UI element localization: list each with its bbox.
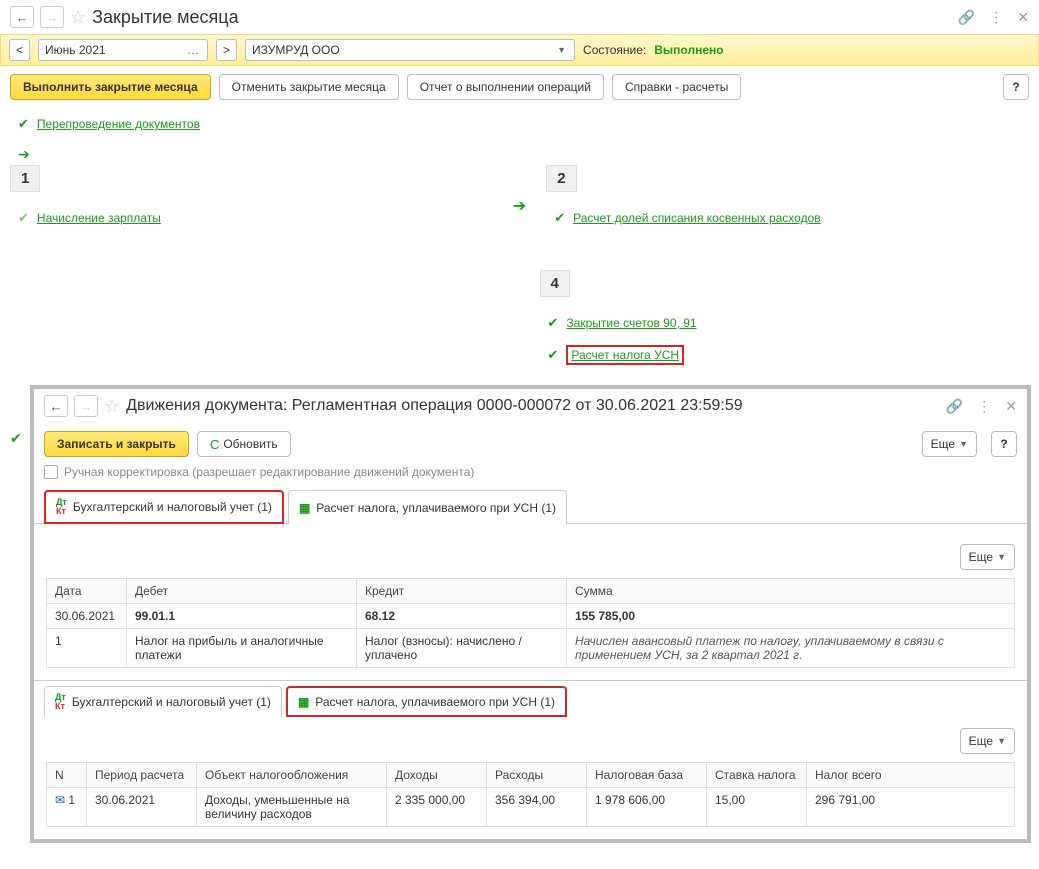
stage-4: 4 ✔ Закрытие счетов 90, 91 ✔ Расчет нало…	[540, 270, 1030, 379]
col-period: Период расчета	[87, 763, 197, 788]
check-icon: ✔	[18, 210, 29, 226]
run-close-button[interactable]: Выполнить закрытие месяца	[10, 74, 211, 100]
col-n: N	[47, 763, 87, 788]
check-icon: ✔	[548, 347, 559, 363]
manual-edit-checkbox[interactable]	[44, 465, 58, 479]
favorite-star-icon[interactable]: ☆	[104, 396, 120, 417]
col-credit: Кредит	[357, 579, 567, 604]
table-row[interactable]: ✉ 1 30.06.2021 Доходы, уменьшенные на ве…	[47, 788, 1015, 827]
row-status-icon: ✉	[55, 793, 65, 807]
grid-more-button[interactable]: Еще▼	[960, 544, 1015, 570]
period-picker-icon[interactable]: …	[181, 43, 205, 57]
check-icon: ✔	[10, 430, 22, 447]
sub-nav-back-button[interactable]: ←	[44, 395, 68, 417]
chevron-down-icon[interactable]: ▼	[551, 45, 572, 55]
tab-accounting-bottom[interactable]: ДтКт Бухгалтерский и налоговый учет (1)	[44, 686, 282, 717]
col-income: Доходы	[387, 763, 487, 788]
manual-edit-label: Ручная корректировка (разрешает редактир…	[64, 465, 474, 479]
main-titlebar: ← → ☆ Закрытие месяца 🔗 ⋮ ✕	[0, 0, 1039, 34]
manual-edit-row: Ручная корректировка (разрешает редактир…	[34, 465, 1027, 489]
operation-reposting: ✔ Перепроведение документов	[18, 116, 1029, 132]
refresh-icon: C	[210, 437, 219, 452]
help-button[interactable]: ?	[991, 431, 1017, 457]
period-prev-button[interactable]: <	[9, 39, 30, 61]
write-close-button[interactable]: Записать и закрыть	[44, 431, 189, 457]
usn-calc-grid: N Период расчета Объект налогообложения …	[46, 762, 1015, 827]
dtkt-icon: ДтКт	[56, 498, 67, 516]
col-rate: Ставка налога	[707, 763, 807, 788]
salary-link[interactable]: Начисление зарплаты	[37, 211, 161, 225]
close-icon[interactable]: ✕	[1005, 398, 1017, 415]
period-next-button[interactable]: >	[216, 39, 237, 61]
org-select[interactable]: ИЗУМРУД ООО ▼	[245, 39, 575, 61]
close-90-91-link[interactable]: Закрытие счетов 90, 91	[566, 316, 696, 330]
tab-usn-calc[interactable]: ▦ Расчет налога, уплачиваемого при УСН (…	[288, 490, 567, 524]
check-icon: ✔	[548, 315, 559, 331]
nav-back-button[interactable]: ←	[10, 6, 34, 28]
kebab-menu-icon[interactable]: ⋮	[989, 9, 1003, 26]
link-icon[interactable]: 🔗	[946, 398, 963, 415]
link-icon[interactable]: 🔗	[958, 9, 975, 26]
state-value: Выполнено	[654, 43, 723, 57]
stage-1: 1 ✔ Начисление зарплаты	[10, 165, 493, 240]
period-input[interactable]: Июнь 2021 …	[38, 39, 208, 61]
table-row[interactable]: 30.06.2021 99.01.1 68.12 155 785,00	[47, 604, 1015, 629]
more-button[interactable]: Еще▼	[922, 431, 977, 457]
sub-title: Движения документа: Регламентная операци…	[126, 397, 743, 415]
col-date: Дата	[47, 579, 127, 604]
col-base: Налоговая база	[587, 763, 707, 788]
grid-icon: ▦	[299, 501, 310, 515]
col-object: Объект налогообложения	[197, 763, 387, 788]
main-toolbar: Выполнить закрытие месяца Отменить закры…	[0, 66, 1039, 108]
col-tax: Налог всего	[807, 763, 1015, 788]
arrow-down-icon: ➔	[18, 146, 1029, 163]
refresh-button[interactable]: CОбновить	[197, 431, 291, 457]
accounting-grid: Дата Дебет Кредит Сумма 30.06.2021 99.01…	[46, 578, 1015, 668]
stage-2: 2 ✔ Расчет долей списания косвенных расх…	[546, 165, 1029, 240]
indirect-costs-link[interactable]: Расчет долей списания косвенных расходов	[573, 211, 821, 225]
stage-arrow-icon: ➔	[513, 165, 526, 240]
tabs-row-bottom: ДтКт Бухгалтерский и налоговый учет (1) …	[34, 680, 1027, 716]
tabs-row-top: ДтКт Бухгалтерский и налоговый учет (1) …	[34, 489, 1027, 524]
cancel-close-button[interactable]: Отменить закрытие месяца	[219, 74, 399, 100]
document-movements-window: ← → ☆ Движения документа: Регламентная о…	[30, 385, 1031, 843]
help-button[interactable]: ?	[1003, 74, 1029, 100]
close-icon[interactable]: ✕	[1017, 9, 1029, 26]
state-label: Состояние:	[583, 43, 646, 57]
tab-accounting[interactable]: ДтКт Бухгалтерский и налоговый учет (1)	[44, 490, 284, 524]
page-title: Закрытие месяца	[92, 7, 238, 28]
col-expense: Расходы	[487, 763, 587, 788]
dtkt-icon: ДтКт	[55, 693, 66, 711]
grid2-more-button[interactable]: Еще▼	[960, 728, 1015, 754]
kebab-menu-icon[interactable]: ⋮	[977, 398, 991, 415]
tab-usn-calc-bottom[interactable]: ▦ Расчет налога, уплачиваемого при УСН (…	[286, 686, 567, 717]
period-org-bar: < Июнь 2021 … > ИЗУМРУД ООО ▼ Состояние:…	[0, 34, 1039, 66]
grid-icon: ▦	[298, 695, 309, 709]
chevron-down-icon: ▼	[959, 439, 968, 449]
references-button[interactable]: Справки - расчеты	[612, 74, 741, 100]
reposting-link[interactable]: Перепроведение документов	[37, 117, 200, 131]
nav-forward-button[interactable]: →	[40, 6, 64, 28]
usn-tax-link[interactable]: Расчет налога УСН	[571, 348, 679, 362]
col-sum: Сумма	[567, 579, 1015, 604]
stage-4-header: 4	[540, 270, 570, 297]
favorite-star-icon[interactable]: ☆	[70, 7, 86, 28]
sub-nav-forward-button[interactable]: →	[74, 395, 98, 417]
col-debit: Дебет	[127, 579, 357, 604]
report-button[interactable]: Отчет о выполнении операций	[407, 74, 604, 100]
check-icon: ✔	[18, 116, 29, 132]
stage-2-header: 2	[546, 165, 576, 192]
stage-1-header: 1	[10, 165, 40, 192]
check-icon: ✔	[554, 210, 565, 226]
table-row[interactable]: 1 Налог на прибыль и аналогичные платежи…	[47, 629, 1015, 668]
